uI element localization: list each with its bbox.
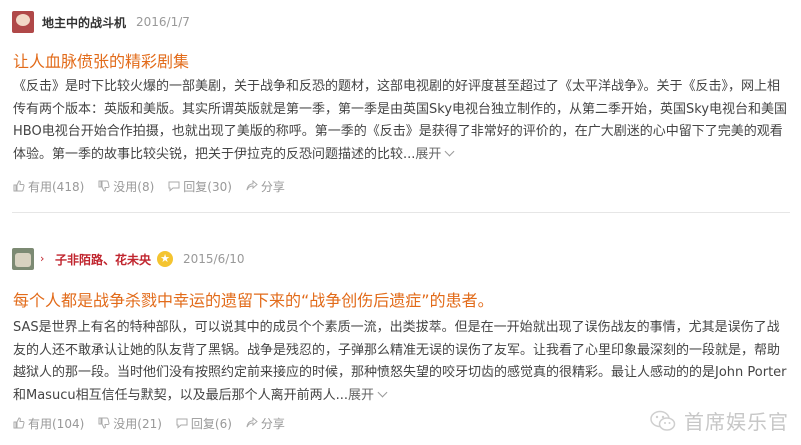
avatar[interactable] bbox=[12, 11, 34, 33]
review-header: 地主中的战斗机 2016/1/7 bbox=[12, 11, 190, 33]
share-button[interactable]: 分享 bbox=[246, 415, 285, 432]
wechat-icon bbox=[650, 410, 676, 431]
share-label: 分享 bbox=[260, 179, 285, 194]
comment-icon bbox=[176, 418, 188, 429]
avatar[interactable] bbox=[12, 248, 34, 270]
review-actions: 有用(418) 没用(8) 回复(30) 分享 bbox=[13, 178, 299, 194]
expand-label: 展开 bbox=[347, 387, 374, 403]
review-body-text: 《反击》是时下比较火爆的一部美剧，关于战争和反恐的题材，这部电视剧的好评度甚至超… bbox=[13, 79, 788, 162]
chevron-down-icon bbox=[444, 146, 455, 156]
chevron-down-icon bbox=[377, 387, 388, 397]
star-icon: ★ bbox=[157, 251, 174, 267]
share-icon bbox=[246, 180, 258, 191]
review-card: 地主中的战斗机 2016/1/7 让人血脉偾张的精彩剧集 《反击》是时下比较火爆… bbox=[0, 0, 801, 213]
review-date: 2015/6/10 bbox=[183, 252, 245, 266]
expand-label: 展开 bbox=[415, 146, 442, 162]
useful-label: 有用(418) bbox=[28, 179, 85, 194]
review-actions: 有用(104) 没用(21) 回复(6) 分享 bbox=[13, 415, 299, 431]
review-title[interactable]: 让人血脉偾张的精彩剧集 bbox=[13, 48, 189, 72]
review-body: 《反击》是时下比较火爆的一部美剧，关于战争和反恐的题材，这部电视剧的好评度甚至超… bbox=[13, 76, 789, 166]
share-icon bbox=[246, 417, 258, 428]
review-title[interactable]: 每个人都是战争杀戮中幸运的遗留下来的“战争创伤后遗症”的患者。 bbox=[13, 287, 494, 311]
review-header: › 子非陌路、花未央 ★ 2015/6/10 bbox=[12, 248, 245, 270]
useless-label: 没用(8) bbox=[113, 179, 155, 194]
thumbs-up-icon bbox=[13, 180, 25, 192]
thumbs-down-icon bbox=[98, 180, 110, 192]
reply-button[interactable]: 回复(6) bbox=[176, 415, 232, 432]
watermark-text: 首席娱乐官 bbox=[684, 410, 789, 434]
thumbs-down-icon bbox=[98, 417, 110, 429]
useless-button[interactable]: 没用(8) bbox=[98, 178, 154, 195]
expand-link[interactable]: 展开 bbox=[415, 146, 455, 162]
useful-label: 有用(104) bbox=[28, 416, 85, 431]
thumbs-up-icon bbox=[13, 417, 25, 429]
useful-button[interactable]: 有用(418) bbox=[13, 178, 84, 195]
expand-link[interactable]: 展开 bbox=[347, 387, 388, 403]
review-body: SAS是世界上有名的特种部队，可以说其中的成员个个素质一流，出类拔萃。但是在一开… bbox=[13, 317, 789, 407]
reply-label: 回复(30) bbox=[183, 179, 232, 194]
share-label: 分享 bbox=[260, 416, 285, 431]
useless-button[interactable]: 没用(21) bbox=[98, 415, 162, 432]
comment-icon bbox=[168, 181, 180, 192]
reply-label: 回复(6) bbox=[190, 416, 232, 431]
useless-label: 没用(21) bbox=[113, 416, 162, 431]
author-name[interactable]: 地主中的战斗机 bbox=[42, 14, 126, 31]
author-name[interactable]: 子非陌路、花未央 bbox=[55, 251, 151, 268]
watermark: 首席娱乐官 bbox=[650, 406, 789, 435]
review-date: 2016/1/7 bbox=[136, 15, 190, 29]
vip-icon: › bbox=[40, 252, 45, 265]
share-button[interactable]: 分享 bbox=[246, 178, 285, 195]
reply-button[interactable]: 回复(30) bbox=[168, 178, 232, 195]
useful-button[interactable]: 有用(104) bbox=[13, 415, 84, 432]
review-body-text: SAS是世界上有名的特种部队，可以说其中的成员个个素质一流，出类拔萃。但是在一开… bbox=[13, 320, 787, 403]
